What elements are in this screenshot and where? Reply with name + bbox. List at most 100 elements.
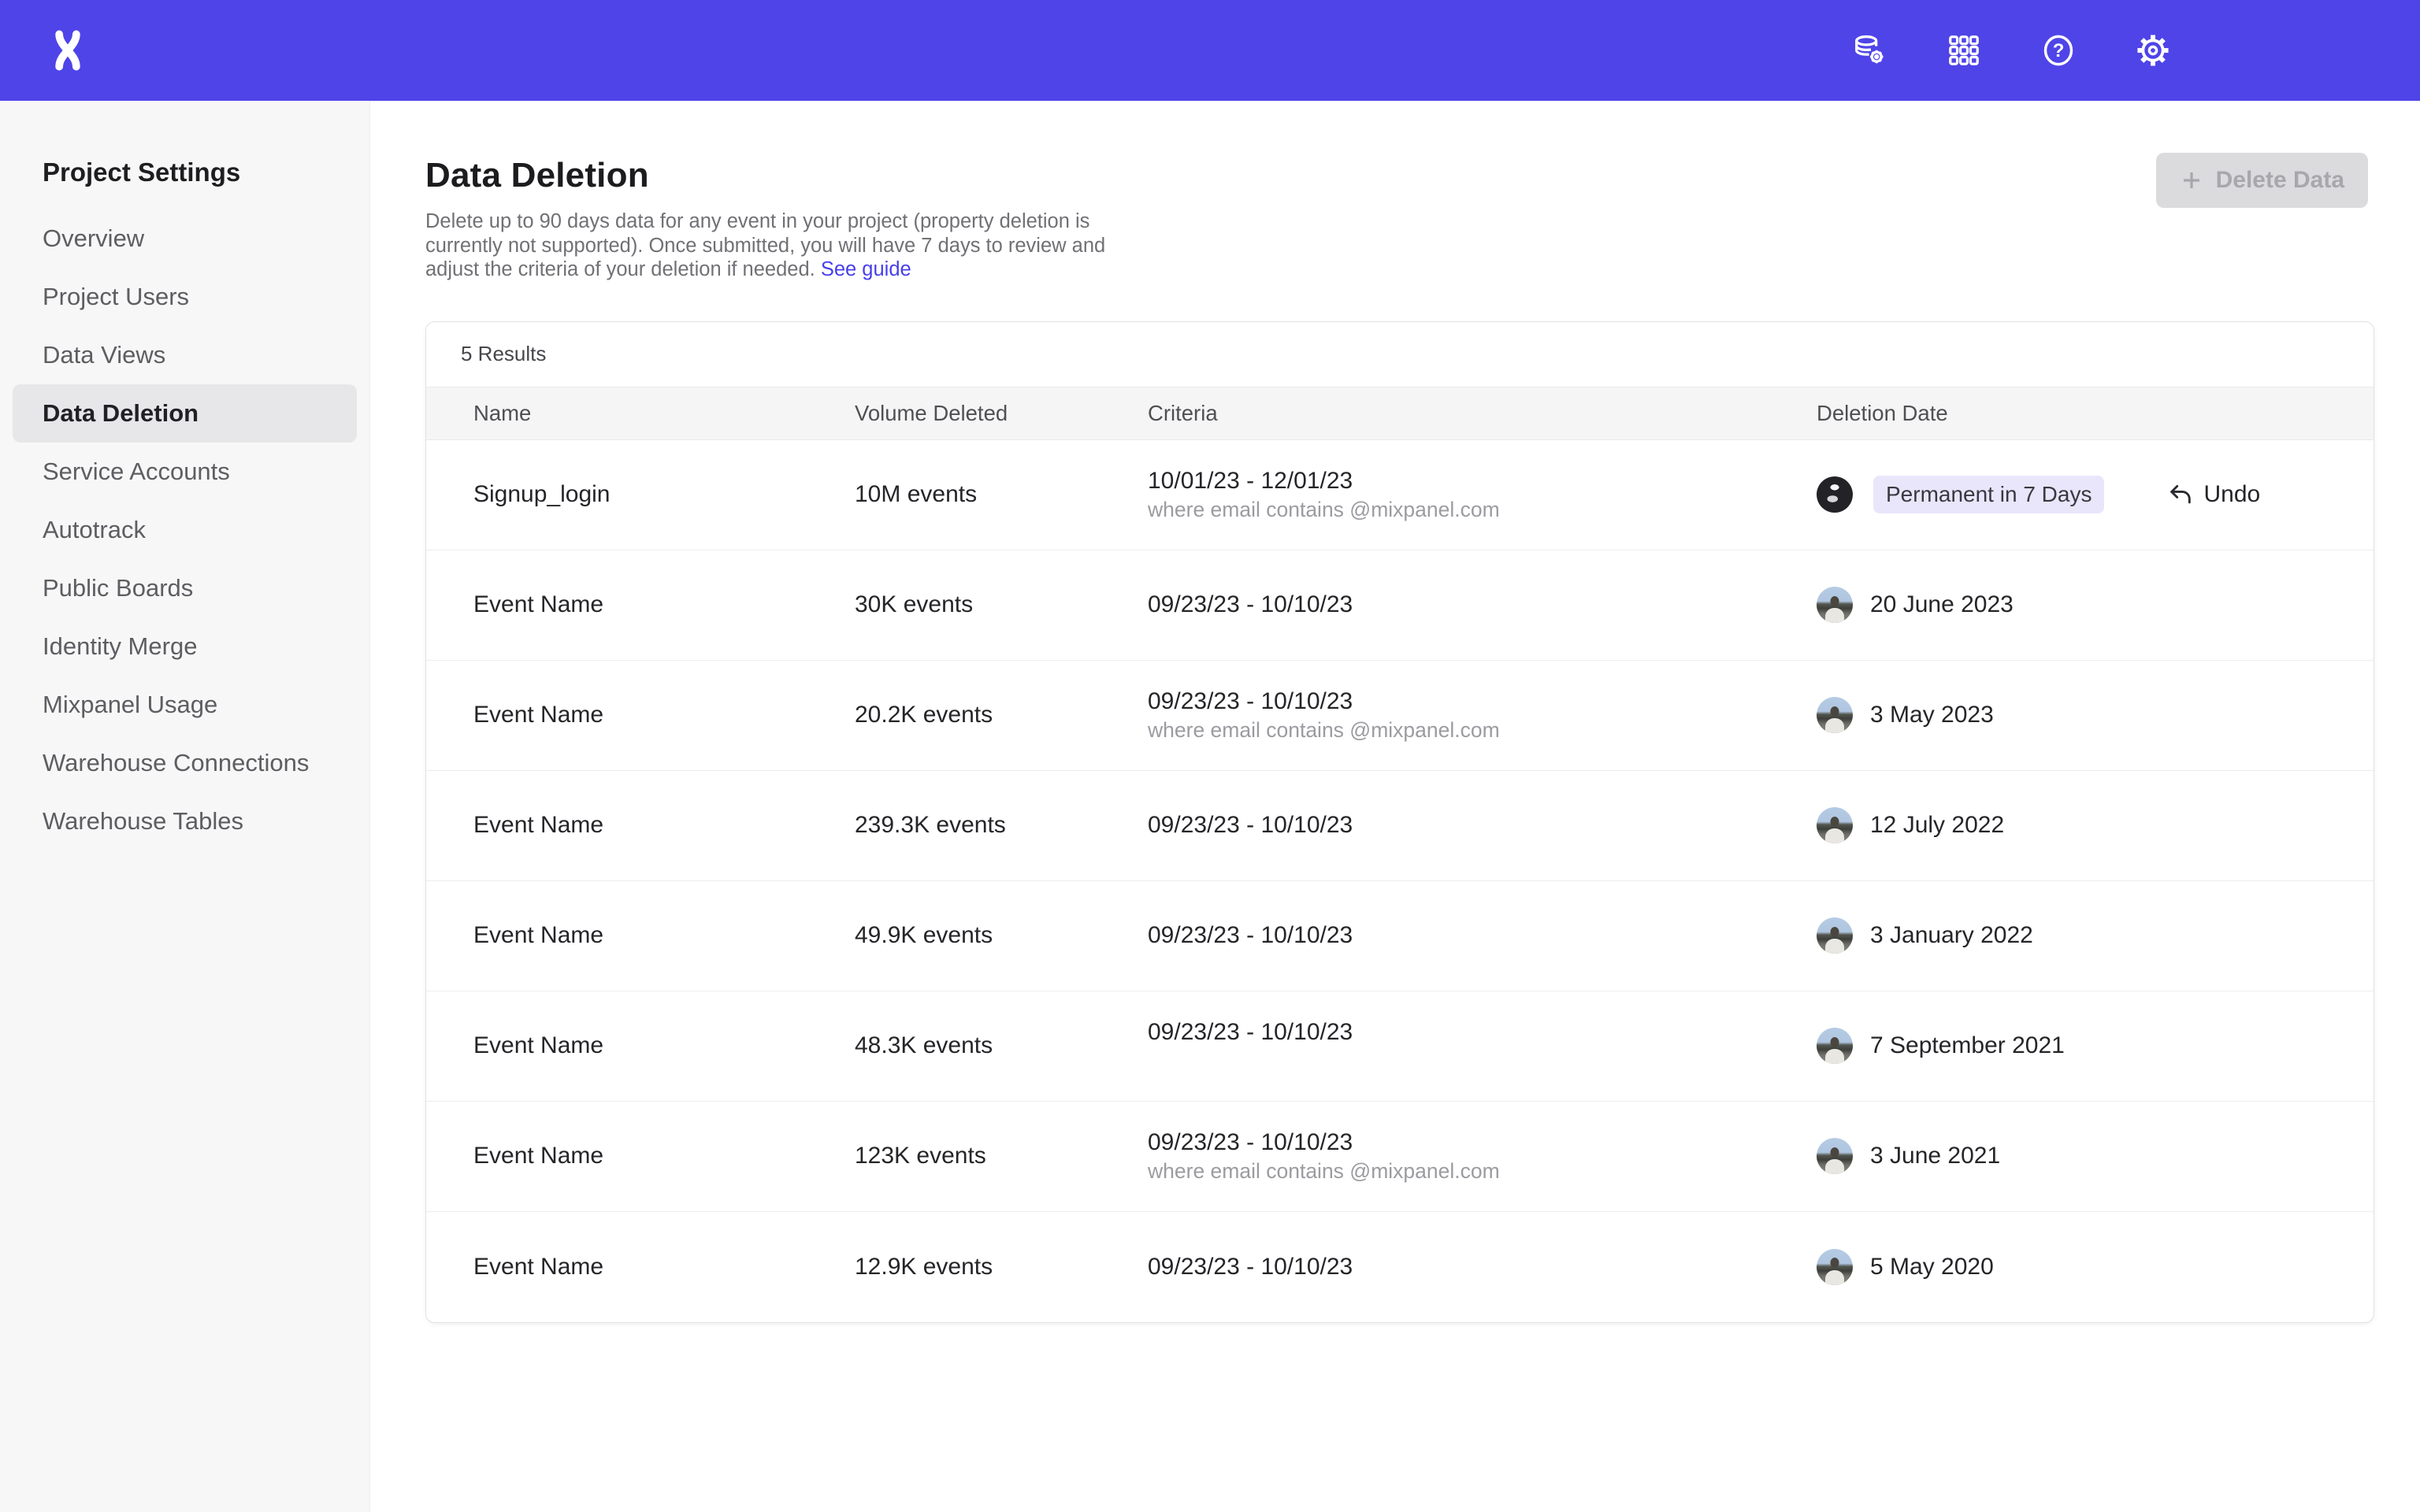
row-deletion-date-cell: 3 May 2023 (1817, 697, 2342, 733)
mixpanel-logo-icon[interactable] (47, 30, 88, 71)
row-deletion-date-cell: Permanent in 7 Days Undo (1817, 476, 2342, 513)
row-criteria-filter (1148, 1048, 1817, 1074)
sidebar-nav: Overview Project Users Data Views Data D… (0, 209, 369, 850)
table-row: Event Name 239.3K events 09/23/23 - 10/1… (426, 771, 2374, 881)
plus-icon (2180, 169, 2203, 192)
table-row: Event Name 49.9K events 09/23/23 - 10/10… (426, 881, 2374, 991)
row-name: Signup_login (473, 481, 855, 508)
table-row: Event Name 30K events 09/23/23 - 10/10/2… (426, 550, 2374, 661)
row-deletion-date-cell: 3 January 2022 (1817, 917, 2342, 954)
sidebar-item-warehouse-tables[interactable]: Warehouse Tables (0, 792, 369, 850)
delete-data-button[interactable]: Delete Data (2156, 153, 2368, 208)
sidebar-item-data-views[interactable]: Data Views (0, 326, 369, 384)
sidebar-item-identity-merge[interactable]: Identity Merge (0, 617, 369, 676)
svg-text:?: ? (2053, 40, 2065, 61)
table-row: Event Name 12.9K events 09/23/23 - 10/10… (426, 1212, 2374, 1322)
row-deletion-date-cell: 5 May 2020 (1817, 1249, 2342, 1285)
column-header-name: Name (473, 401, 855, 426)
row-volume: 49.9K events (855, 922, 1148, 949)
deletion-date: 7 September 2021 (1870, 1032, 2065, 1059)
row-volume: 10M events (855, 481, 1148, 508)
help-icon[interactable]: ? (2040, 32, 2077, 69)
sidebar-item-service-accounts[interactable]: Service Accounts (0, 443, 369, 501)
avatar (1817, 587, 1853, 623)
deletion-date: 20 June 2023 (1870, 591, 2014, 618)
table-row: Signup_login 10M events 10/01/23 - 12/01… (426, 440, 2374, 550)
row-name: Event Name (473, 1254, 855, 1280)
sidebar-item-autotrack[interactable]: Autotrack (0, 501, 369, 559)
row-deletion-date-cell: 12 July 2022 (1817, 807, 2342, 843)
row-criteria: 09/23/23 - 10/10/23 (1148, 591, 1817, 618)
main-content: Data Deletion Delete up to 90 days data … (370, 101, 2420, 1512)
deletion-date: 3 May 2023 (1870, 702, 1994, 728)
row-criteria: 09/23/23 - 10/10/23 (1148, 1254, 1817, 1280)
undo-icon (2167, 481, 2194, 508)
row-name: Event Name (473, 922, 855, 949)
column-header-deletion-date: Deletion Date (1817, 401, 2342, 426)
row-name: Event Name (473, 702, 855, 728)
row-criteria-filter: where email contains @mixpanel.com (1148, 1158, 1817, 1184)
row-criteria: 09/23/23 - 10/10/23 (1148, 922, 1817, 949)
row-deletion-date-cell: 3 June 2021 (1817, 1138, 2342, 1174)
row-criteria-filter: where email contains @mixpanel.com (1148, 717, 1817, 743)
sidebar-item-overview[interactable]: Overview (0, 209, 369, 268)
row-volume: 123K events (855, 1143, 1148, 1169)
apps-grid-icon[interactable] (1946, 32, 1982, 69)
see-guide-link[interactable]: See guide (821, 258, 911, 280)
delete-data-button-label: Delete Data (2216, 167, 2344, 194)
row-volume: 20.2K events (855, 702, 1148, 728)
row-volume: 48.3K events (855, 1032, 1148, 1059)
deletion-date: 3 January 2022 (1870, 922, 2033, 949)
table-row: Event Name 20.2K events 09/23/23 - 10/10… (426, 661, 2374, 771)
row-criteria: 09/23/23 - 10/10/23 (1148, 1018, 1817, 1074)
status-badge: Permanent in 7 Days (1873, 476, 2104, 513)
avatar (1817, 1249, 1853, 1285)
row-name: Event Name (473, 812, 855, 839)
undo-button[interactable]: Undo (2167, 481, 2260, 508)
column-header-volume-deleted: Volume Deleted (855, 401, 1148, 426)
sidebar: Project Settings Overview Project Users … (0, 101, 370, 1512)
topbar-icons: ? (1851, 32, 2171, 69)
row-criteria-filter: where email contains @mixpanel.com (1148, 497, 1817, 523)
page-title: Data Deletion (425, 156, 2374, 195)
sidebar-item-warehouse-connections[interactable]: Warehouse Connections (0, 734, 369, 792)
settings-icon[interactable] (2135, 32, 2171, 69)
table-header-row: Name Volume Deleted Criteria Deletion Da… (426, 387, 2374, 440)
row-name: Event Name (473, 1143, 855, 1169)
topbar: ? (0, 0, 2420, 101)
row-criteria-range: 09/23/23 - 10/10/23 (1148, 687, 1817, 716)
avatar (1817, 697, 1853, 733)
table-row: Event Name 123K events 09/23/23 - 10/10/… (426, 1102, 2374, 1212)
page-description-text: Delete up to 90 days data for any event … (425, 210, 1105, 280)
row-criteria: 10/01/23 - 12/01/23 where email contains… (1148, 467, 1817, 523)
deletion-date: 3 June 2021 (1870, 1143, 2000, 1169)
deletion-date: 12 July 2022 (1870, 812, 2004, 839)
row-volume: 239.3K events (855, 812, 1148, 839)
table-row: Event Name 48.3K events 09/23/23 - 10/10… (426, 991, 2374, 1102)
sidebar-item-data-deletion[interactable]: Data Deletion (13, 384, 357, 443)
avatar (1817, 1028, 1853, 1064)
row-criteria: 09/23/23 - 10/10/23 where email contains… (1148, 687, 1817, 743)
row-deletion-date-cell: 7 September 2021 (1817, 1028, 2342, 1064)
row-criteria: 09/23/23 - 10/10/23 where email contains… (1148, 1128, 1817, 1184)
avatar (1817, 917, 1853, 954)
sidebar-item-mixpanel-usage[interactable]: Mixpanel Usage (0, 676, 369, 734)
avatar (1817, 807, 1853, 843)
deletion-date: 5 May 2020 (1870, 1254, 1994, 1280)
page-description: Delete up to 90 days data for any event … (425, 209, 1122, 282)
row-name: Event Name (473, 591, 855, 618)
row-volume: 12.9K events (855, 1254, 1148, 1280)
avatar (1817, 476, 1853, 513)
results-count: 5 Results (426, 322, 2374, 387)
row-deletion-date-cell: 20 June 2023 (1817, 587, 2342, 623)
row-criteria-range: 09/23/23 - 10/10/23 (1148, 1018, 1817, 1047)
sidebar-item-public-boards[interactable]: Public Boards (0, 559, 369, 617)
avatar (1817, 1138, 1853, 1174)
sidebar-title: Project Settings (43, 158, 369, 187)
row-criteria-range: 10/01/23 - 12/01/23 (1148, 467, 1817, 495)
column-header-criteria: Criteria (1148, 401, 1817, 426)
sidebar-item-project-users[interactable]: Project Users (0, 268, 369, 326)
row-name: Event Name (473, 1032, 855, 1059)
undo-button-label: Undo (2203, 481, 2260, 508)
data-management-icon[interactable] (1851, 32, 1887, 69)
